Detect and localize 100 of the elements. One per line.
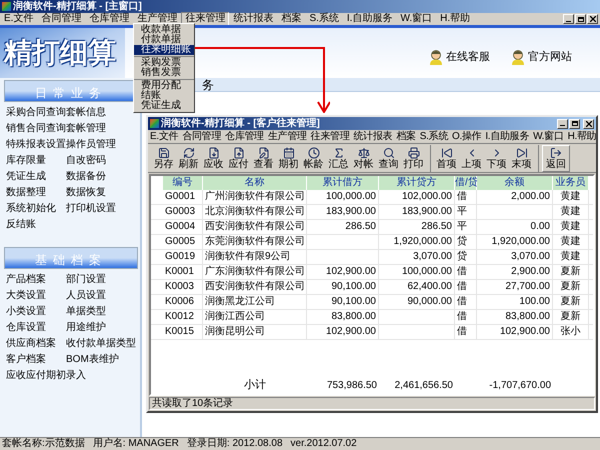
menu-item[interactable]: 仓库管理 xyxy=(223,132,266,142)
menu-item[interactable]: 仓库管理 xyxy=(85,12,134,26)
sidebar-link[interactable]: 套帐管理 xyxy=(66,121,140,137)
menu-item[interactable]: 统计报表 xyxy=(352,132,394,142)
sidebar-link[interactable]: 数据整理 xyxy=(6,185,66,201)
table-cell: 夏新 xyxy=(553,265,589,279)
table-cell: G0003 xyxy=(163,205,203,219)
menu-item[interactable]: E.文件 xyxy=(148,132,180,142)
table-cell: 2,000.00 xyxy=(477,190,553,204)
menu-item[interactable]: E.文件 xyxy=(0,12,38,26)
close-button[interactable] xyxy=(583,118,594,128)
maximize-button[interactable] xyxy=(575,14,586,24)
close-button[interactable] xyxy=(587,14,598,24)
toolbar-button[interactable]: 汇总 xyxy=(326,144,351,172)
menu-item[interactable]: 合同管理 xyxy=(37,12,86,26)
toolbar-button[interactable]: 查询 xyxy=(376,144,401,172)
save-icon xyxy=(158,146,170,158)
sidebar-link[interactable]: BOM表维护 xyxy=(66,352,140,368)
sidebar-link[interactable]: 供应商档案 xyxy=(6,336,66,352)
dropdown-item[interactable]: 往来明细账 xyxy=(134,45,194,55)
sidebar-link[interactable]: 产品档案 xyxy=(6,272,66,288)
sidebar-link[interactable]: 特殊报表设置 xyxy=(6,137,66,153)
sidebar-link[interactable]: 人员设置 xyxy=(66,288,140,304)
toolbar-button[interactable]: 另存 xyxy=(151,144,176,172)
table-cell: 北京润衡软件有限公司 xyxy=(203,205,307,219)
table-cell: 张小 xyxy=(553,325,589,339)
menu-item[interactable]: 档案 xyxy=(277,12,306,26)
column-header[interactable]: 累计贷方 xyxy=(379,176,455,190)
table-cell: 0.00 xyxy=(477,220,553,234)
sidebar-link[interactable]: 采购合同查询 xyxy=(6,105,66,121)
sidebar-link[interactable]: 部门设置 xyxy=(66,272,140,288)
dropdown-item[interactable]: 凭证生成 xyxy=(134,101,194,111)
toolbar-button[interactable]: 对帐 xyxy=(351,144,376,172)
dropdown-item[interactable]: 付款单据 xyxy=(134,35,194,45)
banner-link[interactable]: 在线客服 xyxy=(446,48,490,66)
sidebar-link[interactable]: 打印机设置 xyxy=(66,201,140,217)
menu-item[interactable]: 生产管理 xyxy=(266,132,309,142)
menu-item[interactable]: H.帮助 xyxy=(436,12,474,26)
column-header[interactable]: 累计借方 xyxy=(307,176,379,190)
person-icon xyxy=(510,49,526,65)
menu-item[interactable]: 往来管理 xyxy=(308,132,352,142)
app-icon xyxy=(150,119,159,128)
sidebar-link[interactable]: 销售合同查询 xyxy=(6,121,66,137)
toolbar-button[interactable]: 应收 xyxy=(201,144,226,172)
column-header[interactable]: 业务员 xyxy=(553,176,589,190)
sidebar-link[interactable]: 单据类型 xyxy=(66,304,140,320)
dropdown-item[interactable]: 采购发票 xyxy=(134,58,194,68)
table-cell: 100,000.00 xyxy=(307,190,379,204)
column-header[interactable]: 借/贷 xyxy=(455,176,477,190)
sidebar-link[interactable]: 应收应付期初录入 xyxy=(6,368,140,384)
sidebar-link[interactable]: 数据备份 xyxy=(66,169,140,185)
column-header[interactable]: 名称 xyxy=(203,176,307,190)
dropdown-item[interactable]: 收款单据 xyxy=(134,25,194,35)
toolbar-button[interactable]: 刷新 xyxy=(176,144,201,172)
menu-item[interactable]: S.系统 xyxy=(418,132,450,142)
menu-item[interactable]: 合同管理 xyxy=(180,132,224,142)
menu-item[interactable]: W.窗口 xyxy=(396,12,436,26)
menu-item[interactable]: I.自助服务 xyxy=(483,132,532,142)
menu-item[interactable]: 档案 xyxy=(394,132,418,142)
sidebar-link[interactable]: 用途维护 xyxy=(66,320,140,336)
table-cell: 1,920,000.00 xyxy=(477,235,553,249)
maximize-button[interactable] xyxy=(569,118,580,128)
sidebar-link[interactable]: 收付款单据类型 xyxy=(66,336,140,352)
column-header[interactable]: 余额 xyxy=(477,176,553,190)
table-cell: 广东润衡软件有限公司 xyxy=(203,265,307,279)
toolbar-button[interactable]: 期初 xyxy=(276,144,301,172)
sidebar-link[interactable]: 小类设置 xyxy=(6,304,66,320)
toolbar-button[interactable]: 应付 xyxy=(226,144,251,172)
menu-item[interactable]: O.操作 xyxy=(450,132,484,142)
toolbar-button[interactable]: 上项 xyxy=(459,144,484,172)
table-cell: 黄建 xyxy=(553,190,589,204)
sidebar-link[interactable]: 库存限量 xyxy=(6,153,66,169)
toolbar-button[interactable]: 末项 xyxy=(509,144,534,172)
table-cell: 286.50 xyxy=(379,220,455,234)
menu-item[interactable]: W.窗口 xyxy=(531,132,566,142)
menu-item[interactable]: 统计报表 xyxy=(229,12,278,26)
toolbar-button[interactable]: 帐龄 xyxy=(301,144,326,172)
minimize-button[interactable] xyxy=(563,14,574,24)
sidebar-link[interactable]: 数据恢复 xyxy=(66,185,140,201)
minimize-button[interactable] xyxy=(557,118,568,128)
sidebar-link[interactable]: 反结账 xyxy=(6,217,140,233)
menu-item[interactable]: I.自助服务 xyxy=(342,12,396,26)
sidebar-link[interactable]: 大类设置 xyxy=(6,288,66,304)
toolbar-button[interactable]: 返回 xyxy=(542,144,570,172)
sidebar-link[interactable]: 操作员管理 xyxy=(66,137,140,153)
menu-item[interactable]: S.系统 xyxy=(305,12,343,26)
sidebar-link[interactable]: 系统初始化 xyxy=(6,201,66,217)
toolbar-button[interactable]: 打印 xyxy=(401,144,426,172)
toolbar-button[interactable]: 首项 xyxy=(434,144,459,172)
sidebar-link[interactable]: 仓库设置 xyxy=(6,320,66,336)
toolbar-button[interactable]: 查看 xyxy=(251,144,276,172)
toolbar-button[interactable]: 下项 xyxy=(484,144,509,172)
menu-item[interactable]: H.帮助 xyxy=(566,132,598,142)
column-header[interactable]: 编号 xyxy=(163,176,203,190)
sidebar-link[interactable]: 客户档案 xyxy=(6,352,66,368)
dropdown-item[interactable]: 销售发票 xyxy=(134,68,194,78)
sigma-icon xyxy=(332,146,344,158)
sidebar-link[interactable]: 自改密码 xyxy=(66,153,140,169)
sidebar-link[interactable]: 凭证生成 xyxy=(6,169,66,185)
banner-link[interactable]: 官方网站 xyxy=(528,48,572,66)
